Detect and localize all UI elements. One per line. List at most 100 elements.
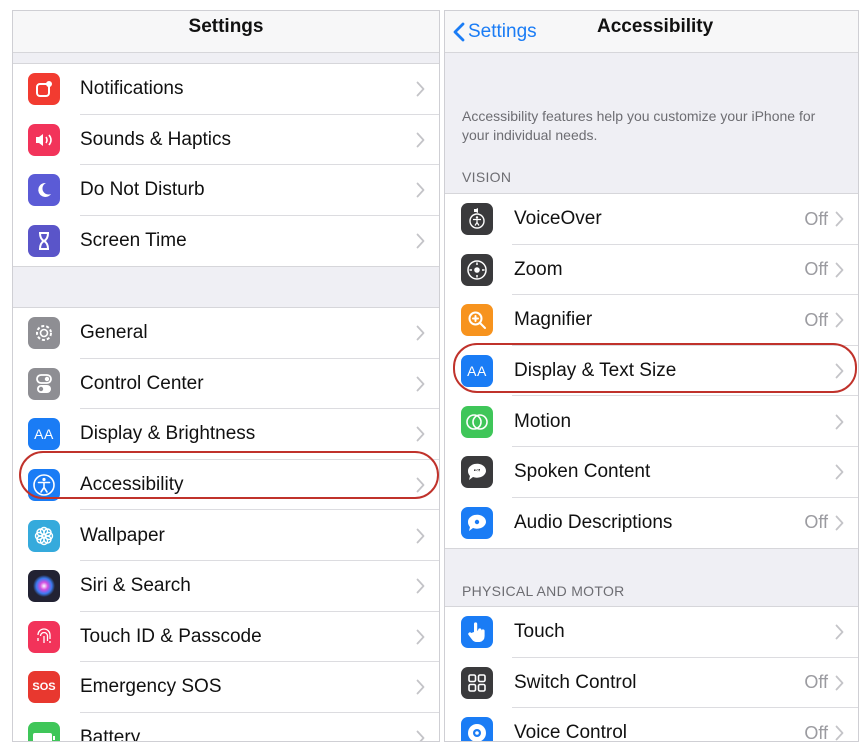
list-item-wallpaper[interactable]: Wallpaper <box>13 510 439 561</box>
chevron-right-icon <box>416 132 425 153</box>
list-item-touch-id-and-passcode[interactable]: Touch ID & Passcode <box>13 612 439 663</box>
list-item-screen-time[interactable]: Screen Time <box>13 216 439 267</box>
chevron-left-icon <box>453 22 465 42</box>
list-item-value: Off <box>804 672 828 693</box>
settings-group-notifications: Notifications Sounds & Haptics Do Not Dist… <box>13 63 439 268</box>
back-button-label: Settings <box>468 21 537 42</box>
grid-icon <box>461 666 493 699</box>
list-item-do-not-disturb[interactable]: Do Not Disturb <box>13 165 439 216</box>
motion-icon <box>461 405 493 438</box>
page-title: Settings <box>188 16 264 37</box>
flower-icon <box>28 519 60 552</box>
list-item-voice-control[interactable]: Voice Control Off <box>445 708 858 742</box>
list-item-label: Touch <box>514 621 565 643</box>
list-item-touch[interactable]: Touch <box>445 607 858 658</box>
chevron-right-icon <box>416 233 425 254</box>
list-item-display-and-brightness[interactable]: AA Display & Brightness <box>13 409 439 460</box>
aa-icon: AA <box>461 355 493 388</box>
gear-icon <box>28 317 60 350</box>
chevron-right-icon <box>416 730 425 741</box>
sos-icon: SOS <box>28 671 60 704</box>
aa-icon: AA <box>28 418 60 451</box>
accessibility-panel: Settings Accessibility Accessibility fea… <box>444 10 859 742</box>
chevron-right-icon <box>416 182 425 203</box>
svg-text:“”: “” <box>474 469 481 476</box>
settings-nav-bar: Settings <box>13 11 439 53</box>
list-item-label: Magnifier <box>514 309 593 331</box>
notifications-icon <box>28 73 60 106</box>
list-item-label: Spoken Content <box>514 461 651 483</box>
speaker-icon <box>28 123 60 156</box>
chevron-right-icon <box>416 679 425 700</box>
list-item-label: Display & Text Size <box>514 360 677 382</box>
voiceover-icon <box>461 203 493 236</box>
list-item-accessibility[interactable]: Accessibility <box>13 460 439 511</box>
list-item-notifications[interactable]: Notifications <box>13 64 439 115</box>
chevron-right-icon <box>416 325 425 346</box>
chevron-right-icon <box>835 675 844 696</box>
list-item-siri-and-search[interactable]: Siri & Search <box>13 561 439 612</box>
fingerprint-icon <box>28 620 60 653</box>
accessibility-icon <box>28 469 60 502</box>
chevron-right-icon <box>835 211 844 232</box>
list-item-motion[interactable]: Motion <box>445 396 858 447</box>
chevron-right-icon <box>416 81 425 102</box>
settings-panel: Settings Notifications Sounds & Haptics Do… <box>12 10 440 742</box>
list-item-label: Display & Brightness <box>80 423 256 445</box>
chevron-right-icon <box>835 515 844 536</box>
list-item-switch-control[interactable]: Switch Control Off <box>445 658 858 709</box>
list-item-label: Notifications <box>80 78 184 100</box>
list-item-label: Siri & Search <box>80 575 191 597</box>
list-item-value: Off <box>804 512 828 533</box>
battery-icon <box>28 722 60 741</box>
list-item-battery[interactable]: Battery <box>13 713 439 742</box>
zoom-icon <box>461 253 493 286</box>
list-item-label: Battery <box>80 727 141 742</box>
list-item-value: Off <box>804 722 828 742</box>
list-item-zoom[interactable]: Zoom Off <box>445 245 858 296</box>
list-item-label: Accessibility <box>80 474 184 496</box>
siri-icon <box>28 570 60 603</box>
list-item-audio-descriptions[interactable]: Audio Descriptions Off <box>445 498 858 549</box>
list-item-label: Touch ID & Passcode <box>80 625 262 647</box>
list-item-general[interactable]: General <box>13 308 439 359</box>
list-item-value: Off <box>804 309 828 330</box>
chevron-right-icon <box>835 624 844 645</box>
settings-group-general: General Control Center AA Display & Brightn… <box>13 307 439 742</box>
list-item-emergency-sos[interactable]: SOS Emergency SOS <box>13 662 439 713</box>
chevron-right-icon <box>416 629 425 650</box>
chevron-right-icon <box>835 363 844 384</box>
chevron-right-icon <box>835 414 844 435</box>
list-item-spoken-content[interactable]: “” Spoken Content <box>445 447 858 498</box>
chevron-right-icon <box>835 725 844 741</box>
hourglass-icon <box>28 225 60 258</box>
voice-control-icon <box>461 717 493 741</box>
section-header-physical-motor: PHYSICAL AND MOTOR <box>462 583 625 599</box>
chevron-right-icon <box>416 578 425 599</box>
list-item-label: Emergency SOS <box>80 676 222 698</box>
list-item-label: General <box>80 322 148 344</box>
audio-description-icon <box>461 506 493 539</box>
list-item-label: Control Center <box>80 372 204 394</box>
list-item-label: Wallpaper <box>80 524 165 546</box>
list-item-display-and-text-size[interactable]: AA Display & Text Size <box>445 346 858 397</box>
list-item-voiceover[interactable]: VoiceOver Off <box>445 194 858 245</box>
toggles-icon <box>28 367 60 400</box>
list-item-label: Voice Control <box>514 722 628 742</box>
page-title: Accessibility <box>597 16 714 37</box>
list-item-label: VoiceOver <box>514 208 602 230</box>
section-header-vision: VISION <box>462 169 512 185</box>
hand-icon <box>461 616 493 649</box>
chevron-right-icon <box>416 426 425 447</box>
list-item-control-center[interactable]: Control Center <box>13 359 439 410</box>
chevron-right-icon <box>835 464 844 485</box>
list-item-label: Sounds & Haptics <box>80 128 232 150</box>
magnifier-icon <box>461 304 493 337</box>
list-item-sounds-and-haptics[interactable]: Sounds & Haptics <box>13 115 439 166</box>
list-item-magnifier[interactable]: Magnifier Off <box>445 295 858 346</box>
list-item-value: Off <box>804 208 828 229</box>
list-item-label: Switch Control <box>514 671 637 693</box>
vision-group: VoiceOver Off Zoom Off Magnifier Off AA Display… <box>445 193 858 550</box>
back-button[interactable]: Settings <box>453 17 537 47</box>
chevron-right-icon <box>416 477 425 498</box>
